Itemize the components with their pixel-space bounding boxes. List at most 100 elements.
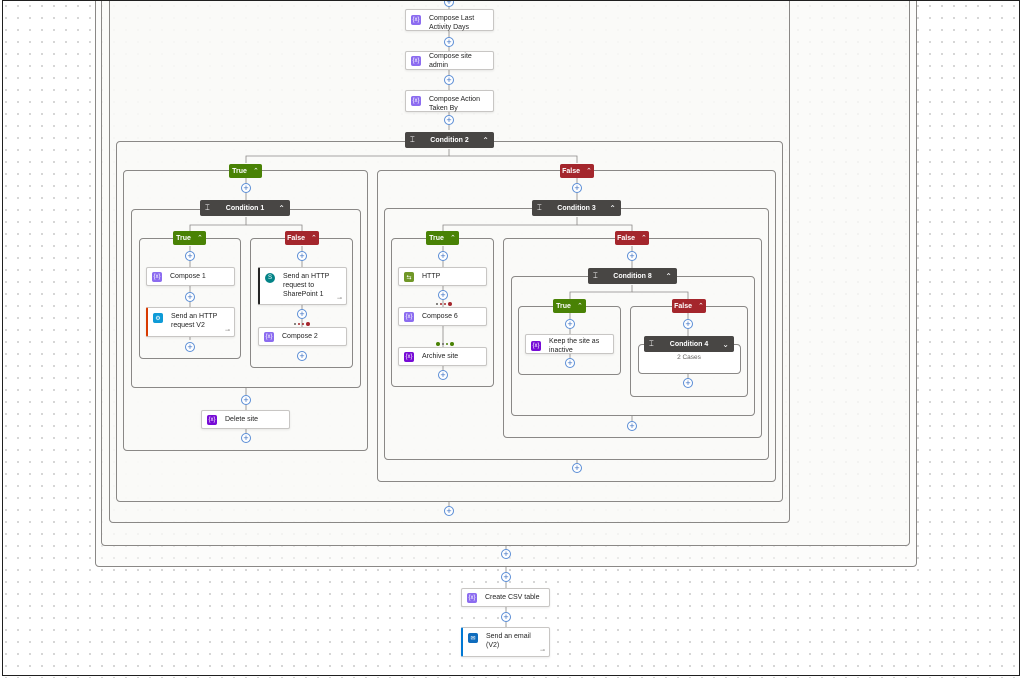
link-icon: ⊸ (539, 648, 545, 654)
action-label: Compose 1 (170, 273, 206, 280)
condition3-header[interactable]: ⌶ Condition 3 ⌃ (532, 200, 621, 216)
run-after-indicator (436, 342, 454, 346)
condition8-header[interactable]: ⌶ Condition 8 ⌃ (588, 268, 677, 284)
add-step-icon[interactable]: + (444, 75, 454, 85)
link-icon: ⊸ (336, 296, 342, 302)
add-step-icon[interactable]: + (501, 549, 511, 559)
chevron-up-icon: ⌃ (576, 303, 583, 310)
branch-label: False (562, 167, 581, 175)
add-step-icon[interactable]: + (444, 115, 454, 125)
condition-title: Condition 3 (557, 204, 596, 212)
add-step-icon[interactable]: + (185, 342, 195, 352)
action-label: Create CSV table (485, 594, 540, 601)
action-label: Send an HTTP request to SharePoint 1 (283, 273, 330, 298)
add-step-icon[interactable]: + (501, 612, 511, 622)
add-step-icon[interactable]: + (444, 506, 454, 516)
send-http-request-v2-card[interactable]: ⚙ Send an HTTP request V2 ⊸ (146, 307, 235, 337)
add-step-icon[interactable]: + (501, 572, 511, 582)
chevron-up-icon[interactable]: ⌃ (609, 204, 616, 213)
action-label: Compose Last Activity Days (429, 15, 475, 31)
action-label: Compose 6 (422, 313, 458, 320)
chevron-up-icon: ⌃ (252, 168, 259, 175)
condition-icon: ⌶ (649, 339, 654, 348)
send-email-v2-card[interactable]: ✉ Send an email (V2) ⊸ (461, 627, 550, 657)
add-step-icon[interactable]: + (185, 292, 195, 302)
add-step-icon[interactable]: + (297, 309, 307, 319)
chevron-up-icon: ⌃ (196, 235, 203, 242)
variable-icon: {x} (207, 415, 217, 425)
compose-last-activity-days-card[interactable]: {x} Compose Last Activity Days (405, 9, 494, 31)
chevron-up-icon[interactable]: ⌃ (482, 136, 489, 145)
condition-title: Condition 2 (430, 136, 469, 144)
condition-icon: ⌶ (205, 203, 210, 212)
branch-label: True (232, 167, 247, 175)
variable-icon: {x} (531, 341, 541, 351)
compose-action-taken-by-card[interactable]: {x} Compose Action Taken By (405, 90, 494, 112)
condition2-header[interactable]: ⌶ Condition 2 ⌃ (405, 132, 494, 148)
condition-icon: ⌶ (537, 203, 542, 212)
add-step-icon[interactable]: + (241, 395, 251, 405)
condition1-false-badge[interactable]: False ⌃ (285, 231, 319, 245)
condition1-header[interactable]: ⌶ Condition 1 ⌃ (200, 200, 290, 216)
condition1-true-badge[interactable]: True ⌃ (173, 231, 206, 245)
condition2-false-badge[interactable]: False ⌃ (560, 164, 594, 178)
add-step-icon[interactable]: + (438, 251, 448, 261)
condition3-false-badge[interactable]: False ⌃ (615, 231, 649, 245)
chevron-up-icon: ⌃ (586, 168, 592, 175)
add-step-icon[interactable]: + (444, 37, 454, 47)
add-step-icon[interactable]: + (241, 183, 251, 193)
add-step-icon[interactable]: + (683, 319, 693, 329)
action-label: Send an email (V2) (486, 633, 531, 649)
add-step-icon[interactable]: + (565, 358, 575, 368)
condition2-true-badge[interactable]: True ⌃ (229, 164, 262, 178)
condition8-true-badge[interactable]: True ⌃ (553, 299, 586, 313)
add-step-icon[interactable]: + (565, 319, 575, 329)
chevron-up-icon[interactable]: ⌃ (278, 204, 285, 213)
add-step-icon[interactable]: + (297, 351, 307, 361)
compose-site-admin-card[interactable]: {x} Compose site admin (405, 51, 494, 70)
archive-site-card[interactable]: {x} Archive site (398, 347, 487, 366)
condition-title: Condition 1 (225, 204, 265, 212)
compose-icon: {x} (404, 312, 414, 322)
add-step-icon[interactable]: + (627, 421, 637, 431)
branch-label: False (287, 234, 306, 242)
condition-icon: ⌶ (410, 135, 415, 144)
create-csv-table-card[interactable]: {x} Create CSV table (461, 588, 550, 607)
add-step-icon[interactable]: + (572, 463, 582, 473)
action-label: Compose site admin (429, 52, 472, 69)
outlook-icon: ✉ (468, 633, 478, 643)
condition4-header[interactable]: ⌶ Condition 4 ⌄ (644, 336, 734, 352)
branch-label: True (556, 302, 571, 310)
chevron-up-icon: ⌃ (449, 235, 456, 242)
add-step-icon[interactable]: + (297, 251, 307, 261)
cases-count: 2 Cases (677, 354, 701, 361)
chevron-up-icon: ⌃ (641, 235, 647, 242)
compose-2-card[interactable]: {x} Compose 2 (258, 327, 347, 346)
chevron-up-icon: ⌃ (311, 235, 317, 242)
add-step-icon[interactable]: + (627, 251, 637, 261)
action-label: HTTP (422, 273, 441, 280)
condition8-false-badge[interactable]: False ⌃ (672, 299, 706, 313)
delete-site-card[interactable]: {x} Delete site (201, 410, 290, 429)
compose-6-card[interactable]: {x} Compose 6 (398, 307, 487, 326)
add-step-icon[interactable]: + (572, 183, 582, 193)
condition3-true-badge[interactable]: True ⌃ (426, 231, 459, 245)
keep-site-inactive-card[interactable]: {x} Keep the site as inactive (525, 334, 614, 354)
send-http-request-sharepoint-card[interactable]: S Send an HTTP request to SharePoint 1 ⊸ (258, 267, 347, 305)
action-label: Compose Action Taken By (429, 96, 480, 112)
http-icon: ⇆ (404, 272, 414, 282)
sharepoint-icon: S (265, 273, 275, 283)
http-card[interactable]: ⇆ HTTP (398, 267, 487, 286)
add-step-icon[interactable]: + (438, 290, 448, 300)
add-step-icon[interactable]: + (438, 370, 448, 380)
action-label: Send an HTTP request V2 (171, 313, 218, 329)
add-step-icon[interactable]: + (185, 251, 195, 261)
chevron-down-icon[interactable]: ⌄ (722, 340, 729, 349)
condition-title: Condition 8 (613, 272, 652, 280)
compose-1-card[interactable]: {x} Compose 1 (146, 267, 235, 286)
add-step-icon[interactable]: + (683, 378, 693, 388)
add-step-icon[interactable]: + (241, 433, 251, 443)
link-icon: ⊸ (224, 328, 230, 334)
compose-icon: {x} (264, 332, 274, 342)
chevron-up-icon[interactable]: ⌃ (665, 272, 672, 281)
